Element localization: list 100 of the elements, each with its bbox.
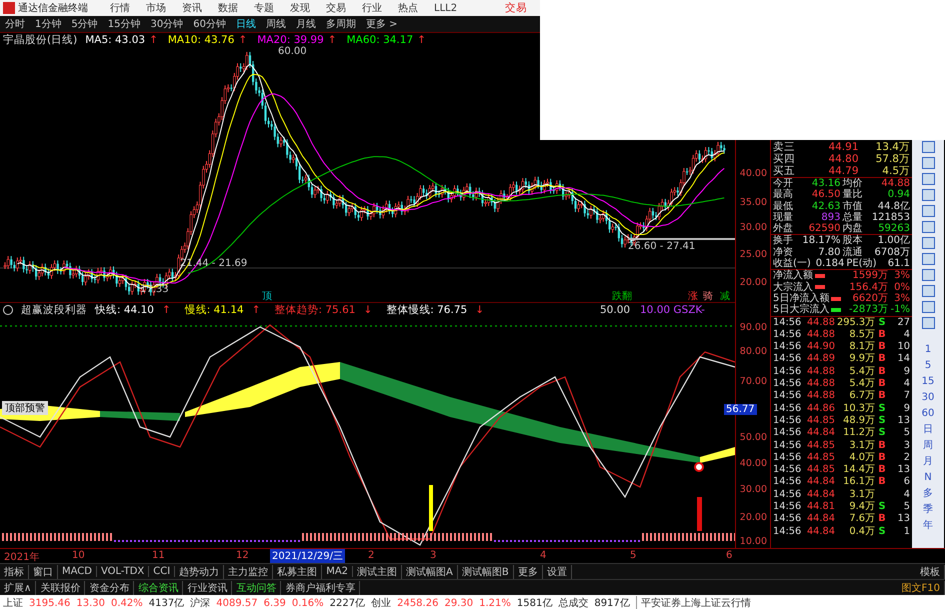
axis-label: 20.00 (740, 277, 767, 288)
period-tab[interactable]: 日线 (230, 17, 261, 31)
date-label: 11 (152, 550, 165, 561)
period-tab[interactable]: 5分钟 (66, 17, 103, 31)
tick-volume: 16.1万 (842, 476, 875, 489)
indicator-name: 超赢波段利器 (21, 303, 87, 318)
tick-count: 13 (896, 513, 910, 526)
window-icon[interactable] (922, 253, 934, 265)
tick-side: B (877, 452, 887, 464)
menu-item[interactable]: 数据 (210, 1, 246, 15)
tick-count: 4 (902, 488, 910, 502)
menu-item[interactable]: 行情 (102, 1, 138, 15)
period-tab[interactable]: 15分钟 (102, 17, 146, 31)
indicator-tab[interactable]: CCI (149, 566, 176, 577)
indicator-tab[interactable]: VOL-TDX (96, 566, 150, 577)
period-tab[interactable]: 分时 (0, 17, 30, 31)
indicator-value: 慢线: 41.14 (184, 303, 244, 318)
index-value: 3195.46 (29, 598, 70, 608)
indicator-value: 快线: 44.10 (95, 303, 154, 318)
period-button[interactable]: 15 (922, 373, 934, 389)
signal-dot (694, 462, 704, 472)
index-change: 13.30 (76, 598, 105, 608)
trade-link[interactable]: 交易 (505, 1, 527, 15)
stat-label: 均价 (842, 178, 862, 189)
stat-value: 0.184 (814, 258, 844, 270)
window-icon[interactable] (922, 269, 934, 281)
window-icon[interactable] (922, 205, 934, 217)
window-icon[interactable] (922, 157, 934, 169)
tick-side: S (877, 501, 887, 514)
indicator-tab[interactable]: MA2 (322, 566, 354, 577)
stat-label: 最低 (773, 200, 793, 212)
stat-value: 46.50 (810, 189, 840, 201)
period-button[interactable]: 多 (923, 485, 933, 501)
tick-price: 44.85 (806, 464, 835, 476)
period-tab[interactable]: 60分钟 (188, 17, 231, 31)
window-icon[interactable] (922, 301, 934, 313)
tick-volume: 9.4万 (848, 501, 875, 514)
tick-volume: 7.6万 (848, 513, 875, 526)
window-icon[interactable] (922, 141, 934, 153)
window-icon[interactable] (922, 173, 934, 185)
index-change: 29.30 (444, 598, 474, 608)
tick-volume: 9.9万 (848, 353, 875, 366)
tick-count: 5 (902, 427, 910, 440)
tick-count: 9 (902, 402, 910, 415)
period-button[interactable]: N (924, 469, 932, 485)
period-button[interactable]: 周 (923, 437, 933, 453)
price-label: 26.60 - 27.41 (628, 241, 696, 252)
window-icon[interactable] (922, 221, 934, 233)
period-tab[interactable]: 周线 (260, 17, 291, 31)
period-button[interactable]: 日 (923, 421, 933, 437)
menu-item[interactable]: LLL2 (426, 2, 466, 14)
order-volume: 4.5万 (881, 165, 910, 177)
menu-item[interactable]: 交易 (318, 1, 354, 15)
index-amount: 1581亿 (516, 597, 552, 609)
menu-item[interactable]: 发现 (282, 1, 318, 15)
tick-volume: 10.3万 (842, 402, 875, 415)
indicator-tab[interactable]: MACD (58, 566, 97, 577)
window-icon[interactable] (922, 189, 934, 201)
tick-count: 3 (902, 440, 910, 452)
date-label: 5 (630, 550, 636, 561)
period-tab[interactable]: 月线 (290, 17, 321, 31)
stock-name: 宇晶股份(日线) (3, 32, 78, 46)
order-volume: 57.8万 (874, 153, 910, 165)
flow-amount: 156.4万 (848, 282, 888, 293)
tick-volume: 8.1万 (848, 341, 875, 354)
period-button[interactable]: 月 (923, 453, 933, 469)
date-label: 10 (72, 550, 85, 561)
tick-time: 14:56 (773, 378, 801, 390)
menu-item[interactable]: 专题 (246, 1, 282, 15)
axis-label: 30.00 (740, 222, 767, 233)
menu-item[interactable]: 热点 (390, 1, 426, 15)
window-icon[interactable] (922, 317, 934, 329)
period-button[interactable]: 5 (924, 357, 932, 373)
period-button[interactable]: 1 (924, 341, 932, 357)
stat-label: 收益(一) (773, 258, 811, 270)
menu-item[interactable]: 市场 (138, 1, 174, 15)
menu-item[interactable]: 资讯 (174, 1, 210, 15)
stat-label: 换手 (773, 235, 793, 247)
stat-label: 最高 (773, 189, 793, 201)
tick-time: 14:56 (773, 316, 801, 329)
window-icon[interactable] (922, 285, 934, 297)
tick-count: 6 (902, 476, 910, 489)
order-label: 卖三 (773, 141, 796, 153)
window-icon[interactable] (922, 237, 934, 249)
broker-label: 平安证券上海上证云行情 (636, 596, 751, 609)
period-button[interactable]: 60 (922, 405, 934, 421)
period-tab[interactable]: 30分钟 (145, 17, 188, 31)
tick-side: B (877, 366, 887, 378)
tick-time: 14:56 (773, 414, 801, 428)
tick-price: 44.88 (806, 366, 835, 378)
tick-time: 14:56 (773, 464, 801, 476)
period-tab[interactable]: 多周期 (320, 17, 361, 31)
period-tab[interactable]: 更多 > (360, 17, 403, 31)
stat-label: 市值 (842, 200, 862, 212)
menu-item[interactable]: 行业 (354, 1, 390, 15)
period-tab[interactable]: 1分钟 (30, 17, 66, 31)
stat-value: 43.16 (810, 178, 840, 190)
period-button[interactable]: 季 (923, 501, 933, 517)
period-button[interactable]: 30 (922, 389, 934, 405)
period-button[interactable]: 年 (923, 517, 933, 533)
